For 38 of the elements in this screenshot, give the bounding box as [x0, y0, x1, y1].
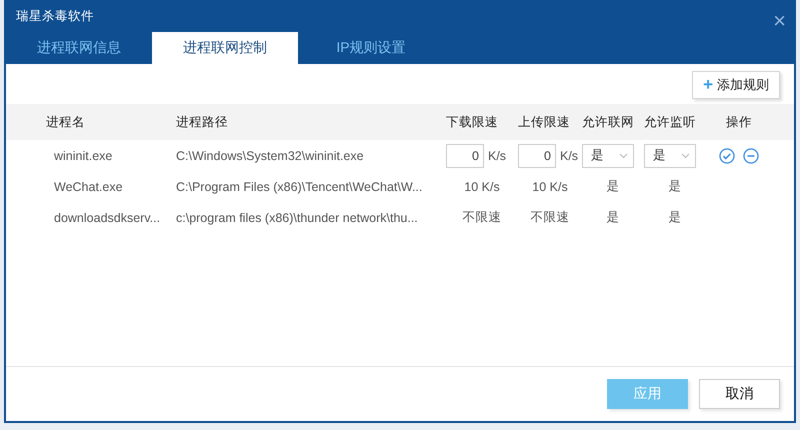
caret-icon [681, 152, 690, 158]
tab[interactable]: IP规则设置 [298, 32, 444, 64]
allow-listen-dropdown[interactable]: 是 [644, 144, 696, 168]
allow-listen: 是 [668, 209, 682, 226]
process-name: wininit.exe [53, 148, 114, 162]
download-limit-field[interactable]: 0 [446, 144, 484, 168]
caret-icon [619, 152, 628, 158]
column-header: 允许联网 [582, 114, 635, 130]
column-header: 下载限速 [446, 114, 499, 130]
process-path: c:\program files (x86)\thunder network\thu... [176, 210, 419, 224]
allow-network: 是 [606, 209, 620, 226]
allow-listen: 是 [668, 178, 682, 195]
column-header: 操作 [726, 114, 752, 130]
upload-limit: 不限速 [530, 209, 570, 226]
allow-network-dropdown[interactable]: 是 [582, 144, 634, 168]
window-title: 瑞星杀毒软件 [16, 8, 94, 24]
unit-label: K/s [488, 148, 506, 162]
column-header: 进程路径 [176, 114, 229, 130]
upload-limit: 10 K/s [532, 180, 568, 194]
process-name: downloadsdkserv... [53, 210, 162, 224]
allow-network: 是 [606, 178, 620, 195]
column-header: 上传限速 [518, 114, 571, 130]
tab[interactable]: 进程联网信息 [6, 32, 152, 64]
column-header: 允许监听 [644, 114, 697, 130]
column-header: 进程名 [46, 114, 86, 130]
download-limit: 不限速 [462, 209, 502, 226]
remove-icon[interactable] [743, 148, 759, 164]
close-button[interactable]: × [773, 10, 786, 32]
cancel-button[interactable]: 取消 [699, 379, 780, 409]
process-path: C:\Program Files (x86)\Tencent\WeChat\W... [176, 180, 424, 194]
download-limit: 10 K/s [464, 180, 500, 194]
add-rule-button[interactable]: + 添加规则 [692, 71, 780, 99]
tab[interactable]: 进程联网控制 [152, 32, 298, 64]
confirm-icon[interactable] [719, 148, 735, 164]
process-name: WeChat.exe [53, 180, 124, 194]
process-path: C:\Windows\System32\wininit.exe [176, 148, 365, 162]
upload-limit-field[interactable]: 0 [518, 144, 556, 168]
unit-label: K/s [560, 148, 578, 162]
